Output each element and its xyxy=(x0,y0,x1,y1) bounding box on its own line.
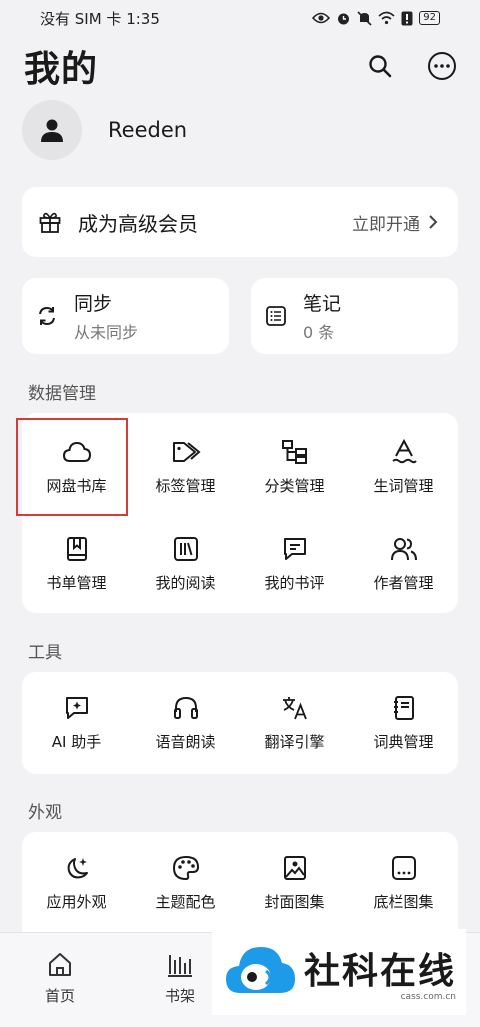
grid-item-app-appearance[interactable]: 应用外观 xyxy=(22,835,131,931)
sim-alert-icon xyxy=(401,11,413,25)
tools-grid: AI 助手 语音朗读 翻译引擎 词典管理 xyxy=(22,672,458,774)
grid-item-label: 标签管理 xyxy=(155,476,216,495)
section-title-tools: 工具 xyxy=(28,643,62,663)
grid-item-label: 主题配色 xyxy=(155,892,216,911)
grid-item-label: 作者管理 xyxy=(373,573,434,592)
ai-chat-icon xyxy=(65,696,88,719)
watermark-cloud-logo xyxy=(226,947,295,993)
grid-item-label: 生词管理 xyxy=(373,476,434,495)
nav-label: 首页 xyxy=(44,987,75,1005)
home-icon xyxy=(49,953,71,976)
watermark-url: cass.com.cn xyxy=(400,992,457,1002)
moon-stars-icon xyxy=(67,857,88,878)
vocabulary-icon xyxy=(391,438,417,463)
grid-item-label: 翻译引擎 xyxy=(264,732,325,751)
alarm-icon xyxy=(338,13,350,24)
wifi-icon xyxy=(378,11,395,25)
translate-icon xyxy=(282,696,307,719)
notes-card[interactable]: 笔记 0 条 xyxy=(251,278,458,354)
bookshelf-chart-icon xyxy=(168,955,192,977)
watermark: 社科在线 cass.com.cn xyxy=(212,929,466,1015)
sync-card[interactable]: 同步 从未同步 xyxy=(22,278,229,354)
grid-item-label: 我的阅读 xyxy=(155,573,216,592)
page-title: 我的 xyxy=(24,49,99,90)
section-title-data: 数据管理 xyxy=(28,384,96,404)
nav-item-bookshelf[interactable]: 书架 xyxy=(140,951,220,1006)
grid-item-my-reading[interactable]: 我的阅读 xyxy=(131,516,240,612)
grid-item-label: 封面图集 xyxy=(264,892,325,911)
notes-list-icon xyxy=(266,306,286,326)
grid-item-my-reviews[interactable]: 我的书评 xyxy=(240,516,349,612)
header-actions xyxy=(364,50,458,82)
status-text: 没有 SIM 卡 1:35 xyxy=(40,9,160,28)
dictionary-icon xyxy=(393,695,414,720)
authors-icon xyxy=(390,537,417,560)
chevron-right-icon xyxy=(429,215,438,229)
category-tree-icon xyxy=(281,439,307,464)
palette-icon xyxy=(172,855,199,880)
data-management-grid: 网盘书库 标签管理 分类管理 生词管理 书单管理 我的阅读 我的书评 作者管理 xyxy=(22,413,458,613)
notes-subtitle: 0 条 xyxy=(303,323,335,342)
review-chat-icon xyxy=(283,537,306,560)
grid-item-translation-engine[interactable]: 翻译引擎 xyxy=(240,675,349,771)
more-options-button[interactable] xyxy=(426,50,458,82)
user-icon xyxy=(41,119,63,142)
status-bar: 没有 SIM 卡 1:35 92 xyxy=(0,0,480,36)
eye-icon xyxy=(312,12,331,24)
grid-item-label: 我的书评 xyxy=(264,573,325,592)
vip-action[interactable]: 立即开通 xyxy=(352,210,420,235)
grid-item-vocabulary[interactable]: 生词管理 xyxy=(349,419,458,515)
sync-subtitle: 从未同步 xyxy=(74,323,139,342)
bottom-bar-icon xyxy=(391,855,416,880)
sync-icon xyxy=(39,306,55,326)
profile-row[interactable]: Reeden xyxy=(22,100,187,160)
grid-item-label: 网盘书库 xyxy=(46,476,107,495)
nav-item-home[interactable]: 首页 xyxy=(20,951,100,1006)
grid-item-authors[interactable]: 作者管理 xyxy=(349,516,458,612)
grid-item-booklist[interactable]: 书单管理 xyxy=(22,516,131,612)
vip-label: 成为高级会员 xyxy=(78,211,198,236)
grid-item-label: 语音朗读 xyxy=(155,732,216,751)
search-icon xyxy=(369,55,392,78)
grid-item-dictionary[interactable]: 词典管理 xyxy=(349,675,458,771)
avatar[interactable] xyxy=(22,100,82,160)
grid-item-label: AI 助手 xyxy=(51,732,102,751)
sync-title: 同步 xyxy=(74,293,113,315)
more-circle-icon xyxy=(428,52,456,80)
battery-indicator: 92 xyxy=(419,11,440,25)
nav-label: 书架 xyxy=(164,987,195,1005)
booklist-icon xyxy=(66,536,87,561)
grid-item-label: 书单管理 xyxy=(46,573,107,592)
search-button[interactable] xyxy=(364,50,396,82)
username[interactable]: Reeden xyxy=(108,118,187,142)
tags-icon xyxy=(172,441,201,462)
grid-item-tags[interactable]: 标签管理 xyxy=(131,419,240,515)
grid-item-theme-colors[interactable]: 主题配色 xyxy=(131,835,240,931)
grid-item-label: 底栏图集 xyxy=(373,892,434,911)
page-header: 我的 xyxy=(24,40,458,92)
grid-item-label: 应用外观 xyxy=(46,892,107,911)
grid-item-label: 分类管理 xyxy=(264,476,325,495)
grid-item-bottom-bar-gallery[interactable]: 底栏图集 xyxy=(349,835,458,931)
section-title-appearance: 外观 xyxy=(28,803,62,823)
reading-shelf-icon xyxy=(173,536,198,561)
grid-item-cloud-library[interactable]: 网盘书库 xyxy=(22,419,131,515)
notes-title: 笔记 xyxy=(303,293,342,315)
grid-item-categories[interactable]: 分类管理 xyxy=(240,419,349,515)
grid-item-ai-assistant[interactable]: AI 助手 xyxy=(22,675,131,771)
vip-card[interactable]: 成为高级会员 立即开通 xyxy=(22,187,458,257)
image-icon xyxy=(283,855,306,880)
cloud-icon xyxy=(62,441,91,462)
watermark-title: 社科在线 xyxy=(304,951,457,992)
grid-item-voice-reading[interactable]: 语音朗读 xyxy=(131,675,240,771)
gift-icon xyxy=(39,212,61,233)
status-icons: 92 xyxy=(312,10,440,26)
mute-icon xyxy=(357,10,372,26)
grid-item-label: 词典管理 xyxy=(373,732,434,751)
grid-item-cover-gallery[interactable]: 封面图集 xyxy=(240,835,349,931)
headphones-icon xyxy=(173,696,198,719)
